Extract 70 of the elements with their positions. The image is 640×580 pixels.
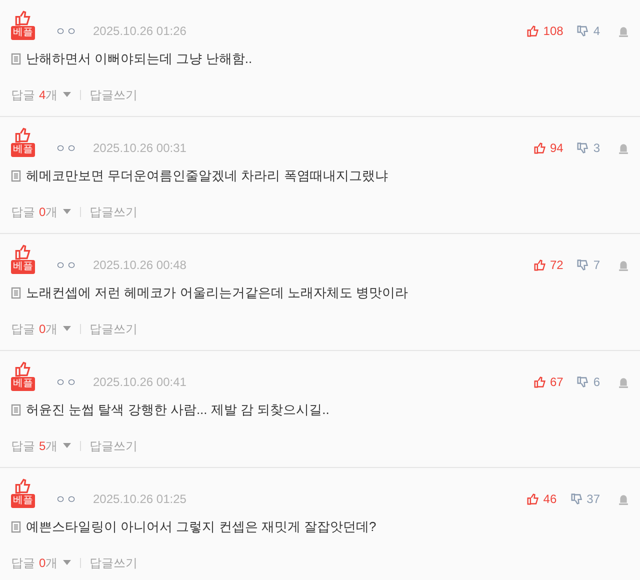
write-reply-button[interactable]: 답글쓰기 xyxy=(90,436,138,454)
thumbs-down-icon xyxy=(577,142,590,154)
thumbs-up-icon xyxy=(534,142,546,154)
reply-toggle[interactable]: 답글 5개 xyxy=(11,436,71,454)
reply-toggle[interactable]: 답글 4개 xyxy=(11,86,71,104)
nickname[interactable]: ㅇㅇ xyxy=(55,24,77,40)
caret-icon xyxy=(62,326,71,331)
dislike-button[interactable]: 7 xyxy=(577,256,600,274)
dislike-button[interactable]: 4 xyxy=(577,22,600,40)
write-reply-button[interactable]: 답글쓰기 xyxy=(90,202,138,220)
best-badge: 베플 xyxy=(11,377,35,391)
document-icon xyxy=(11,520,21,533)
siren-icon[interactable] xyxy=(618,260,629,270)
thumbs-up-icon xyxy=(527,25,540,37)
like-button[interactable]: 46 xyxy=(527,490,557,508)
siren-icon[interactable] xyxy=(618,26,629,36)
reply-toggle[interactable]: 답글 0개 xyxy=(11,554,71,572)
thumbs-up-icon xyxy=(15,244,31,260)
document-icon xyxy=(11,52,21,65)
nickname[interactable]: ㅇㅇ xyxy=(55,374,77,391)
thumbs-down-icon xyxy=(577,25,590,37)
siren-icon[interactable] xyxy=(618,142,629,154)
comment-text: 허윤진 눈썹 탈색 강행한 사람... 제발 감 되찾으시길.. xyxy=(26,401,330,419)
thumbs-up-icon xyxy=(15,10,31,26)
like-button[interactable]: 94 xyxy=(534,139,564,157)
comment-text: 난해하면서 이뻐야되는데 그냥 난해함.. xyxy=(26,50,252,68)
siren-icon[interactable] xyxy=(618,494,629,504)
write-reply-button[interactable]: 답글쓰기 xyxy=(90,554,138,572)
thumbs-down-icon xyxy=(570,493,583,505)
comment-date: 2025.10.26 01:26 xyxy=(93,23,186,40)
thumbs-up-icon xyxy=(534,376,546,388)
write-reply-button[interactable]: 답글쓰기 xyxy=(90,320,138,338)
nickname[interactable]: ㅇㅇ xyxy=(55,258,77,274)
dislike-button[interactable]: 37 xyxy=(570,490,600,508)
caret-icon xyxy=(62,443,71,448)
thumbs-up-icon xyxy=(15,361,31,377)
thumbs-up-icon xyxy=(15,127,31,143)
like-button[interactable]: 67 xyxy=(534,373,564,391)
comment-text: 헤메코만보면 무더운여름인줄알겠네 차라리 폭염때내지그랬냐 xyxy=(26,167,388,185)
thumbs-down-icon xyxy=(577,259,590,271)
comment-date: 2025.10.26 01:25 xyxy=(93,491,186,508)
best-badge: 베플 xyxy=(11,260,35,274)
caret-icon xyxy=(62,560,71,565)
comment-date: 2025.10.26 00:48 xyxy=(93,257,186,274)
best-badge: 베플 xyxy=(11,494,35,508)
document-icon xyxy=(11,404,21,416)
thumbs-down-icon xyxy=(577,376,590,388)
caret-icon xyxy=(62,209,71,214)
comment-text: 노래컨셉에 저런 헤메코가 어울리는거같은데 노래자체도 병맛이라 xyxy=(26,284,408,302)
best-badge: 베플 xyxy=(11,143,35,157)
caret-icon xyxy=(62,92,71,97)
siren-icon[interactable] xyxy=(618,376,629,388)
thumbs-up-icon xyxy=(534,259,546,271)
like-button[interactable]: 108 xyxy=(527,22,564,40)
nickname[interactable]: ㅇㅇ xyxy=(55,140,77,157)
reply-toggle[interactable]: 답글 0개 xyxy=(11,202,71,220)
dislike-button[interactable]: 6 xyxy=(577,373,600,391)
write-reply-button[interactable]: 답글쓰기 xyxy=(90,86,138,104)
thumbs-up-icon xyxy=(527,493,540,505)
comment-date: 2025.10.26 00:41 xyxy=(93,374,186,391)
document-icon xyxy=(11,286,21,299)
dislike-button[interactable]: 3 xyxy=(577,139,600,157)
comment-text: 예쁜스타일링이 아니어서 그렇지 컨셉은 재밋게 잘잡앗던데? xyxy=(26,518,376,536)
like-button[interactable]: 72 xyxy=(534,256,564,274)
nickname[interactable]: ㅇㅇ xyxy=(55,492,77,508)
thumbs-up-icon xyxy=(15,478,31,494)
reply-toggle[interactable]: 답글 0개 xyxy=(11,320,71,338)
document-icon xyxy=(11,170,21,182)
comment-date: 2025.10.26 00:31 xyxy=(93,140,186,157)
best-badge: 베플 xyxy=(11,26,35,40)
